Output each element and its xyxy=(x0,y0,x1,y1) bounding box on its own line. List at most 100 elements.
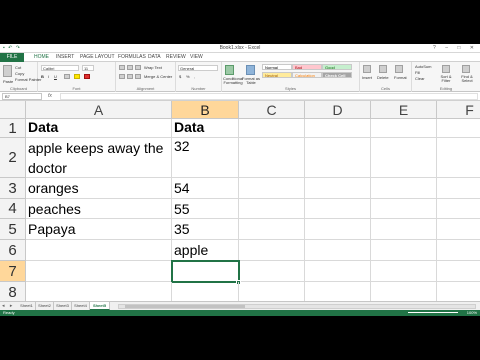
autosum-button[interactable]: AutoSum xyxy=(415,64,431,69)
merge-center-button[interactable]: Merge & Center xyxy=(144,74,172,79)
tab-view[interactable]: VIEW xyxy=(190,54,203,60)
cell-a1[interactable]: Data xyxy=(26,119,172,138)
italic-button[interactable]: I xyxy=(48,74,49,79)
cell-f1[interactable] xyxy=(437,119,480,138)
cell-d4[interactable] xyxy=(305,199,371,219)
sheet-tab-5[interactable]: Sheet5 xyxy=(90,302,110,310)
column-header-b[interactable]: B xyxy=(172,101,239,119)
cell-e3[interactable] xyxy=(371,178,437,199)
fill-color-icon[interactable] xyxy=(74,74,80,79)
comma-button[interactable]: , xyxy=(194,74,195,79)
format-button[interactable]: Format xyxy=(394,75,407,80)
borders-icon[interactable] xyxy=(64,74,70,79)
cell-a5[interactable]: Papaya xyxy=(26,219,172,240)
worksheet-grid[interactable]: A B C D E F 1 Data Data 2 apple keeps aw… xyxy=(0,101,480,301)
copy-button[interactable]: Copy xyxy=(15,71,24,76)
cell-c7[interactable] xyxy=(239,261,305,282)
cell-a2[interactable]: apple keeps away the doctor xyxy=(26,138,172,178)
font-color-icon[interactable] xyxy=(84,74,90,79)
name-box[interactable]: B7 xyxy=(2,93,42,100)
find-select-button[interactable]: Find & Select xyxy=(458,75,476,83)
cell-a8[interactable] xyxy=(26,282,172,301)
cell-d5[interactable] xyxy=(305,219,371,240)
fill-button[interactable]: Fill xyxy=(415,70,420,75)
format-table-button[interactable]: Format as Table xyxy=(242,77,260,85)
column-header-a[interactable]: A xyxy=(26,101,172,119)
tab-data[interactable]: DATA xyxy=(148,54,161,60)
cell-f2[interactable] xyxy=(437,138,480,178)
tab-insert[interactable]: INSERT xyxy=(56,54,74,60)
cell-a7[interactable] xyxy=(26,261,172,282)
cell-d8[interactable] xyxy=(305,282,371,301)
cell-b3[interactable]: 54 xyxy=(172,178,239,199)
row-header-2[interactable]: 2 xyxy=(0,138,26,178)
percent-button[interactable]: % xyxy=(186,74,190,79)
sheet-tab-4[interactable]: Sheet4 xyxy=(72,302,90,310)
underline-button[interactable]: U xyxy=(54,74,57,79)
cell-f7[interactable] xyxy=(437,261,480,282)
insert-cells-icon[interactable] xyxy=(363,65,371,73)
row-header-5[interactable]: 5 xyxy=(0,219,26,240)
delete-cells-icon[interactable] xyxy=(379,65,387,73)
sheet-nav-arrows[interactable]: ◂ ▸ xyxy=(2,303,14,309)
cut-button[interactable]: Cut xyxy=(15,65,21,70)
cell-f5[interactable] xyxy=(437,219,480,240)
cell-b8[interactable] xyxy=(172,282,239,301)
wrap-text-button[interactable]: Wrap Text xyxy=(144,65,162,70)
zoom-slider[interactable] xyxy=(408,312,458,313)
sheet-tab-2[interactable]: Sheet2 xyxy=(36,302,54,310)
cell-b7[interactable] xyxy=(171,260,240,283)
cell-b6[interactable]: apple xyxy=(172,240,239,261)
font-size-select[interactable]: 11 xyxy=(82,65,94,71)
cell-d3[interactable] xyxy=(305,178,371,199)
style-good[interactable]: Good xyxy=(322,64,352,70)
window-controls[interactable]: ? – □ ✕ xyxy=(433,45,478,51)
conditional-formatting-icon[interactable] xyxy=(225,65,234,75)
format-table-icon[interactable] xyxy=(246,65,255,75)
cell-c1[interactable] xyxy=(239,119,305,138)
tab-home[interactable]: HOME xyxy=(34,54,49,60)
cell-b2[interactable]: 32 xyxy=(172,138,239,178)
delete-button[interactable]: Delete xyxy=(377,75,389,80)
align-bottom-icon[interactable] xyxy=(135,65,141,70)
scrollbar-thumb[interactable] xyxy=(125,305,245,308)
paste-button[interactable]: Paste xyxy=(3,79,13,84)
horizontal-scrollbar[interactable] xyxy=(118,304,476,309)
cell-e2[interactable] xyxy=(371,138,437,178)
clear-button[interactable]: Clear xyxy=(415,76,425,81)
bold-button[interactable]: B xyxy=(41,74,44,79)
column-header-c[interactable]: C xyxy=(239,101,305,119)
cell-b5[interactable]: 35 xyxy=(172,219,239,240)
font-name-select[interactable]: Calibri xyxy=(41,65,79,71)
cell-d7[interactable] xyxy=(305,261,371,282)
row-header-3[interactable]: 3 xyxy=(0,178,26,199)
row-header-6[interactable]: 6 xyxy=(0,240,26,261)
currency-button[interactable]: $ xyxy=(179,74,181,79)
row-header-7[interactable]: 7 xyxy=(0,261,26,282)
cell-a6[interactable] xyxy=(26,240,172,261)
cell-f4[interactable] xyxy=(437,199,480,219)
style-check-cell[interactable]: Check Cell xyxy=(322,72,352,78)
cell-d1[interactable] xyxy=(305,119,371,138)
cell-d2[interactable] xyxy=(305,138,371,178)
align-left-icon[interactable] xyxy=(119,74,125,79)
cell-a3[interactable]: oranges xyxy=(26,178,172,199)
cell-e1[interactable] xyxy=(371,119,437,138)
column-header-e[interactable]: E xyxy=(371,101,437,119)
cell-e8[interactable] xyxy=(371,282,437,301)
tab-page-layout[interactable]: PAGE LAYOUT xyxy=(80,54,115,60)
style-neutral[interactable]: Neutral xyxy=(262,72,292,78)
cell-d6[interactable] xyxy=(305,240,371,261)
format-cells-icon[interactable] xyxy=(395,65,403,73)
select-all-corner[interactable] xyxy=(0,101,26,119)
insert-button[interactable]: Insert xyxy=(362,75,372,80)
formula-input[interactable] xyxy=(60,93,478,100)
number-format-select[interactable]: General xyxy=(178,65,218,71)
cell-a4[interactable]: peaches xyxy=(26,199,172,219)
column-header-f[interactable]: F xyxy=(437,101,480,119)
cell-f6[interactable] xyxy=(437,240,480,261)
tab-review[interactable]: REVIEW xyxy=(166,54,186,60)
sort-filter-icon[interactable] xyxy=(442,65,450,73)
cell-e5[interactable] xyxy=(371,219,437,240)
sort-filter-button[interactable]: Sort & Filter xyxy=(438,75,454,83)
